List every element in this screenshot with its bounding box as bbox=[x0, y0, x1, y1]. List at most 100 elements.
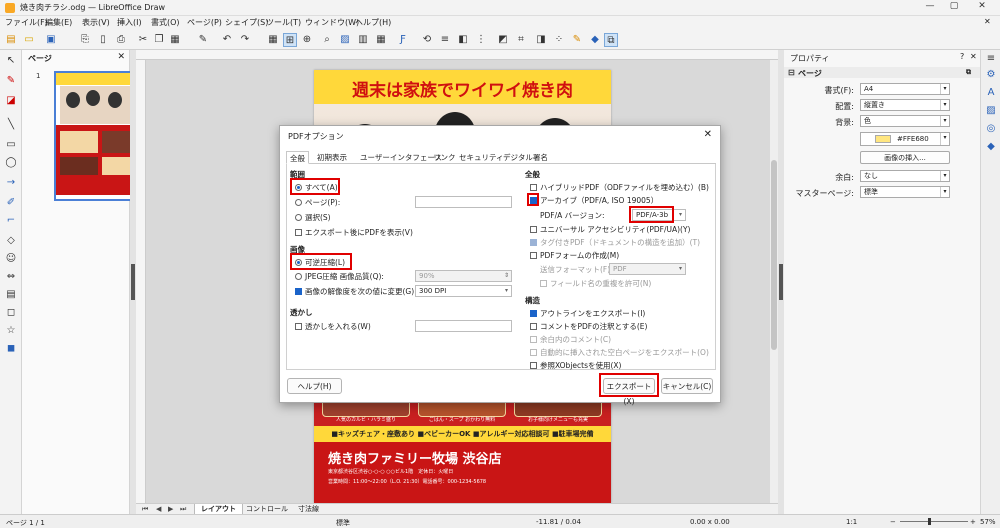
resolution-select[interactable]: 300 DPI ▾ bbox=[415, 285, 512, 297]
rectangle-icon[interactable]: ▭ bbox=[4, 138, 18, 152]
line-color-icon[interactable]: ✎ bbox=[4, 74, 18, 88]
orientation-select[interactable]: 縦置き ▾ bbox=[860, 99, 950, 111]
gallery-icon[interactable]: ▨ bbox=[984, 104, 998, 118]
selection-radio[interactable]: 選択(S) bbox=[295, 212, 331, 223]
insert-image-button[interactable]: 画像の挿入... bbox=[860, 151, 950, 164]
line-ends-arrow-icon[interactable]: → bbox=[4, 176, 18, 190]
format-select[interactable]: A4 ▾ bbox=[860, 83, 950, 95]
jpeg-compression-radio[interactable]: JPEG圧縮 画像品質(Q): bbox=[295, 271, 384, 282]
menu-file[interactable]: ファイル(F) bbox=[5, 17, 48, 28]
last-page-icon[interactable]: ⏭ bbox=[180, 505, 186, 514]
callouts-icon[interactable]: ◻ bbox=[4, 306, 18, 320]
ellipse-icon[interactable]: ◯ bbox=[4, 156, 18, 170]
curve-icon[interactable]: ✐ bbox=[4, 196, 18, 210]
page-section-header[interactable]: ⊟ ページ ⧉ bbox=[784, 67, 980, 78]
undo-icon[interactable]: ↶ bbox=[220, 33, 234, 47]
menu-view[interactable]: 表示(V) bbox=[82, 17, 110, 28]
block-arrows-icon[interactable]: ⇔ bbox=[4, 270, 18, 284]
zoom-pan-icon[interactable]: ⊕ bbox=[300, 33, 314, 47]
hybrid-pdf-checkbox[interactable]: ハイブリッドPDF（ODFファイルを埋め込む）(B) bbox=[530, 182, 709, 193]
jpeg-quality-input[interactable]: 90% ⇕ bbox=[415, 270, 512, 282]
prev-page-icon[interactable]: ◀ bbox=[156, 505, 161, 513]
pdfa-version-select[interactable]: PDF/A-3b ▾ bbox=[632, 209, 686, 221]
menu-insert[interactable]: 挿入(I) bbox=[117, 17, 142, 28]
create-form-checkbox[interactable]: PDFフォームの作成(M) bbox=[530, 250, 619, 261]
basic-shapes-icon[interactable]: ◇ bbox=[4, 234, 18, 248]
zoom-in-icon[interactable]: + bbox=[970, 518, 976, 526]
stars-icon[interactable]: ☆ bbox=[4, 324, 18, 338]
help-icon[interactable]: ? bbox=[960, 52, 964, 61]
toggle-extrusion-icon[interactable]: ◆ bbox=[588, 33, 602, 47]
help-button[interactable]: ヘルプ(H) bbox=[287, 378, 342, 394]
pages-range-input[interactable] bbox=[415, 196, 512, 208]
transformations-icon[interactable]: ⟲ bbox=[420, 33, 434, 47]
zoom-icon[interactable]: ⌕ bbox=[320, 33, 334, 47]
pdf-ua-checkbox[interactable]: ユニバーサル アクセシビリティ(PDF/UA)(Y) bbox=[530, 224, 690, 235]
maximize-button[interactable]: ▢ bbox=[942, 1, 966, 15]
menu-icon[interactable]: ≡ bbox=[984, 52, 998, 66]
sign-watermark-checkbox[interactable]: 透かしを入れる(W) bbox=[295, 321, 371, 332]
show-draw-functions-icon[interactable]: ⧉ bbox=[604, 33, 618, 47]
minimize-button[interactable]: — bbox=[918, 1, 942, 15]
watermark-text-input[interactable] bbox=[415, 320, 512, 332]
export-outline-checkbox[interactable]: アウトラインをエクスポート(I) bbox=[530, 308, 645, 319]
menu-help[interactable]: ヘルプ(H) bbox=[355, 17, 391, 28]
paste-icon[interactable]: ▦ bbox=[168, 33, 182, 47]
tab-general[interactable]: 全般 bbox=[286, 151, 309, 164]
export-pdf-icon[interactable]: ▯ bbox=[96, 33, 110, 47]
zoom-slider-handle[interactable] bbox=[928, 518, 931, 525]
menu-shape[interactable]: シェイプ(S) bbox=[225, 17, 268, 28]
view-after-export-checkbox[interactable]: エクスポート後にPDFを表示(V) bbox=[295, 227, 413, 238]
more-options-icon[interactable]: ⧉ bbox=[966, 68, 971, 77]
menu-window[interactable]: ウィンドウ(W) bbox=[305, 17, 359, 28]
shadow-icon[interactable]: ◩ bbox=[496, 33, 510, 47]
copy-icon[interactable]: ❐ bbox=[152, 33, 166, 47]
menu-page[interactable]: ページ(P) bbox=[187, 17, 222, 28]
zoom-level[interactable]: 57% bbox=[980, 518, 996, 526]
print-icon[interactable]: ⎙ bbox=[114, 33, 128, 47]
helplines-icon[interactable]: ⊞ bbox=[283, 33, 297, 47]
fill-color-icon[interactable]: ◪ bbox=[4, 94, 18, 108]
navigator-icon[interactable]: ◎ bbox=[984, 122, 998, 136]
reference-xobjects-checkbox[interactable]: 参照XObjectsを使用(X) bbox=[530, 360, 621, 371]
select-icon[interactable]: ↖ bbox=[4, 54, 18, 68]
align-icon[interactable]: ≡ bbox=[438, 33, 452, 47]
export-icon[interactable]: ⎘ bbox=[78, 33, 92, 47]
comments-in-margin-checkbox[interactable]: 余白内のコメント(C) bbox=[530, 334, 611, 345]
styles-icon[interactable]: A bbox=[984, 86, 998, 100]
close-window-button[interactable]: ✕ bbox=[970, 1, 994, 15]
pages-radio[interactable]: ページ(P): bbox=[295, 197, 340, 208]
properties-icon[interactable]: ⚙ bbox=[984, 68, 998, 82]
arrange-icon[interactable]: ◧ bbox=[456, 33, 470, 47]
shapes-icon[interactable]: ◆ bbox=[984, 140, 998, 154]
close-icon[interactable]: ✕ bbox=[117, 52, 125, 62]
all-pages-radio[interactable]: すべて(A) bbox=[295, 182, 338, 193]
points-icon[interactable]: ⁘ bbox=[552, 33, 566, 47]
crop-icon[interactable]: ⌗ bbox=[514, 33, 528, 47]
image-icon[interactable]: ▨ bbox=[338, 33, 352, 47]
menu-edit[interactable]: 編集(E) bbox=[45, 17, 72, 28]
comments-as-annotations-checkbox[interactable]: コメントをPDFの注釈とする(E) bbox=[530, 321, 647, 332]
save-icon[interactable]: ▣ bbox=[44, 33, 58, 47]
allow-duplicate-names-checkbox[interactable]: フィールド名の重複を許可(N) bbox=[540, 278, 651, 289]
close-document-icon[interactable]: ✕ bbox=[984, 17, 991, 26]
vertical-scrollbar[interactable] bbox=[770, 60, 778, 503]
tagged-pdf-checkbox[interactable]: タグ付きPDF（ドキュメントの構造を追加）(T) bbox=[530, 237, 700, 248]
fontwork-icon[interactable]: Ƒ bbox=[396, 33, 410, 47]
close-icon[interactable]: ✕ bbox=[970, 52, 977, 61]
reduce-resolution-checkbox[interactable]: 画像の解像度を次の値に変更(G): bbox=[295, 286, 417, 297]
redo-icon[interactable]: ↷ bbox=[238, 33, 252, 47]
lossless-compression-radio[interactable]: 可逆圧縮(L) bbox=[295, 257, 345, 268]
export-button[interactable]: エクスポート(X) bbox=[603, 378, 655, 406]
zoom-slider[interactable] bbox=[900, 521, 968, 522]
zoom-out-icon[interactable]: − bbox=[890, 518, 896, 526]
new-icon[interactable]: ▤ bbox=[4, 33, 18, 47]
tab-digital-signatures[interactable]: デジタル署名 bbox=[500, 151, 551, 164]
tab-security[interactable]: セキュリティ bbox=[456, 151, 507, 164]
open-icon[interactable]: ▭ bbox=[22, 33, 36, 47]
tab-links[interactable]: リンク bbox=[430, 151, 459, 164]
menu-tools[interactable]: ツール(T) bbox=[266, 17, 301, 28]
tab-initial-view[interactable]: 初期表示 bbox=[314, 151, 350, 164]
chart-icon[interactable]: ▥ bbox=[356, 33, 370, 47]
3d-objects-icon[interactable]: ◼ bbox=[4, 342, 18, 356]
